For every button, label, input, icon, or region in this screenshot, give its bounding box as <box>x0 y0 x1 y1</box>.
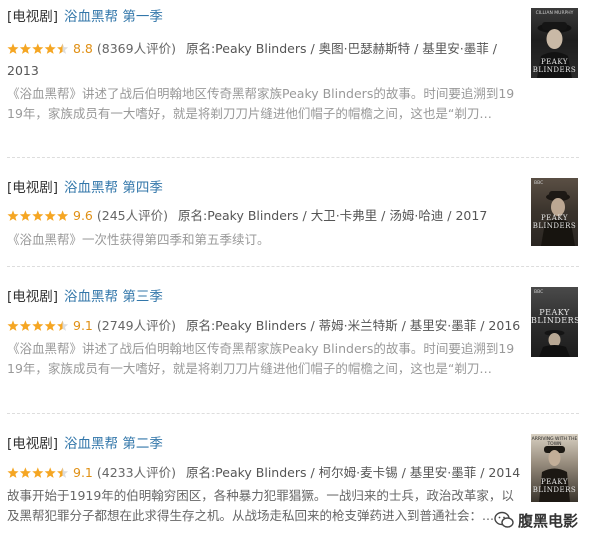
star-icon <box>19 467 31 478</box>
star-icon <box>32 43 44 54</box>
wechat-icon <box>494 511 514 528</box>
result-divider <box>7 157 579 158</box>
original-title-info: 原名:Peaky Blinders / 奥图·巴瑟赫斯特 / 基里安·墨菲 / <box>185 41 497 56</box>
result-meta-line: 8.8 (8369人评价) 原名:Peaky Blinders / 奥图·巴瑟赫斯特… <box>7 40 497 58</box>
result-title-line: [电视剧] 浴血黑帮 第一季 <box>7 8 163 26</box>
poster-title-text: PEAKY BLINDERS <box>532 478 577 494</box>
result-title-line: [电视剧] 浴血黑帮 第二季 <box>7 435 163 453</box>
rating-score: 9.1 <box>73 318 93 333</box>
star-icon <box>7 210 19 221</box>
star-icon <box>57 467 69 478</box>
watermark-text: 腹黑电影 <box>518 511 579 530</box>
stars-graphic <box>7 320 69 331</box>
star-icon <box>19 320 31 331</box>
rating-count: (4233人评价) <box>96 465 176 480</box>
result-item-1: [电视剧] 浴血黑帮 第一季 8.8 (8369人评价) 原名:Peaky Blind… <box>7 8 581 148</box>
result-meta-line: 9.1 (2749人评价) 原名:Peaky Blinders / 蒂姆·米兰特斯 … <box>7 317 520 335</box>
rating-stars <box>7 467 69 479</box>
rating-score: 9.6 <box>73 208 93 223</box>
result-title-link[interactable]: 浴血黑帮 第一季 <box>64 9 163 25</box>
star-icon <box>57 43 69 54</box>
rating-count: (2749人评价) <box>96 318 176 333</box>
star-icon <box>32 210 44 221</box>
star-icon <box>32 320 44 331</box>
rating-count: (8369人评价) <box>96 41 176 56</box>
release-year: 2013 <box>7 63 39 78</box>
poster-thumbnail-4[interactable]: ARRIVING WITH THE TOWN PEAKY BLINDERS <box>531 434 578 502</box>
category-tag: [电视剧] <box>7 180 59 196</box>
star-icon <box>44 467 56 478</box>
rating-score: 8.8 <box>73 41 93 56</box>
result-divider <box>7 266 579 267</box>
stars-graphic <box>7 210 69 221</box>
poster-title-text: PEAKY BLINDERS <box>531 308 578 325</box>
star-icon <box>19 43 31 54</box>
star-icon <box>7 320 19 331</box>
result-title-line: [电视剧] 浴血黑帮 第三季 <box>7 288 163 306</box>
star-icon <box>7 467 19 478</box>
result-description: 故事开始于1919年的伯明翰穷困区，各种暴力犯罪猖獗。一战归来的士兵，政治改革家… <box>7 488 514 523</box>
result-title-link[interactable]: 浴血黑帮 第二季 <box>64 436 163 452</box>
result-description: 《浴血黑帮》讲述了战后伯明翰地区传奇黑帮家族Peaky Blinders的故事。… <box>7 341 515 376</box>
rating-stars <box>7 320 69 332</box>
poster-thumbnail-3[interactable]: BBC PEAKY BLINDERS <box>531 287 578 357</box>
poster-thumbnail-1[interactable]: CILLIAN MURPHY PEAKY BLINDERS <box>531 8 578 78</box>
stars-graphic <box>7 467 69 478</box>
result-title-link[interactable]: 浴血黑帮 第四季 <box>64 180 163 196</box>
poster-title-text: PEAKY BLINDERS <box>532 214 577 230</box>
result-item-2: [电视剧] 浴血黑帮 第四季 9.6 (245人评价) 原名:Peaky Blinde… <box>7 179 581 259</box>
original-title-info: 原名:Peaky Blinders / 大卫·卡弗里 / 汤姆·哈迪 / 201… <box>178 208 488 223</box>
category-tag: [电视剧] <box>7 289 59 305</box>
stars-graphic <box>7 43 69 54</box>
rating-score: 9.1 <box>73 465 93 480</box>
result-year-line: 2013 <box>7 62 39 80</box>
poster-title-text: PEAKY BLINDERS <box>532 58 577 74</box>
result-meta-line: 9.1 (4233人评价) 原名:Peaky Blinders / 柯尔姆·麦卡锡 … <box>7 464 520 482</box>
rating-stars <box>7 43 69 55</box>
result-item-3: [电视剧] 浴血黑帮 第三季 9.1 (2749人评价) 原名:Peaky Blind… <box>7 288 581 398</box>
star-icon <box>57 320 69 331</box>
star-icon <box>7 43 19 54</box>
rating-stars <box>7 210 69 222</box>
result-meta-line: 9.6 (245人评价) 原名:Peaky Blinders / 大卫·卡弗里 / … <box>7 207 487 225</box>
poster-figure-icon <box>541 191 575 246</box>
watermark: 腹黑电影 <box>494 509 578 531</box>
star-icon <box>44 320 56 331</box>
result-description: 《浴血黑帮》讲述了战后伯明翰地区传奇黑帮家族Peaky Blinders的故事。… <box>7 86 515 121</box>
star-icon <box>32 467 44 478</box>
original-title-info: 原名:Peaky Blinders / 柯尔姆·麦卡锡 / 基里安·墨菲 / 2… <box>185 465 521 480</box>
category-tag: [电视剧] <box>7 9 59 25</box>
star-icon <box>19 210 31 221</box>
poster-thumbnail-2[interactable]: BBC PEAKY BLINDERS <box>531 178 578 246</box>
result-description: 《浴血黑帮》一次性获得第四季和第五季续订。 <box>7 232 270 247</box>
result-title-link[interactable]: 浴血黑帮 第三季 <box>64 289 163 305</box>
star-icon <box>44 210 56 221</box>
result-title-line: [电视剧] 浴血黑帮 第四季 <box>7 179 163 197</box>
rating-count: (245人评价) <box>96 208 169 223</box>
star-icon <box>57 210 69 221</box>
category-tag: [电视剧] <box>7 436 59 452</box>
result-divider <box>7 413 579 414</box>
star-icon <box>44 43 56 54</box>
original-title-info: 原名:Peaky Blinders / 蒂姆·米兰特斯 / 基里安·墨菲 / 2… <box>185 318 521 333</box>
